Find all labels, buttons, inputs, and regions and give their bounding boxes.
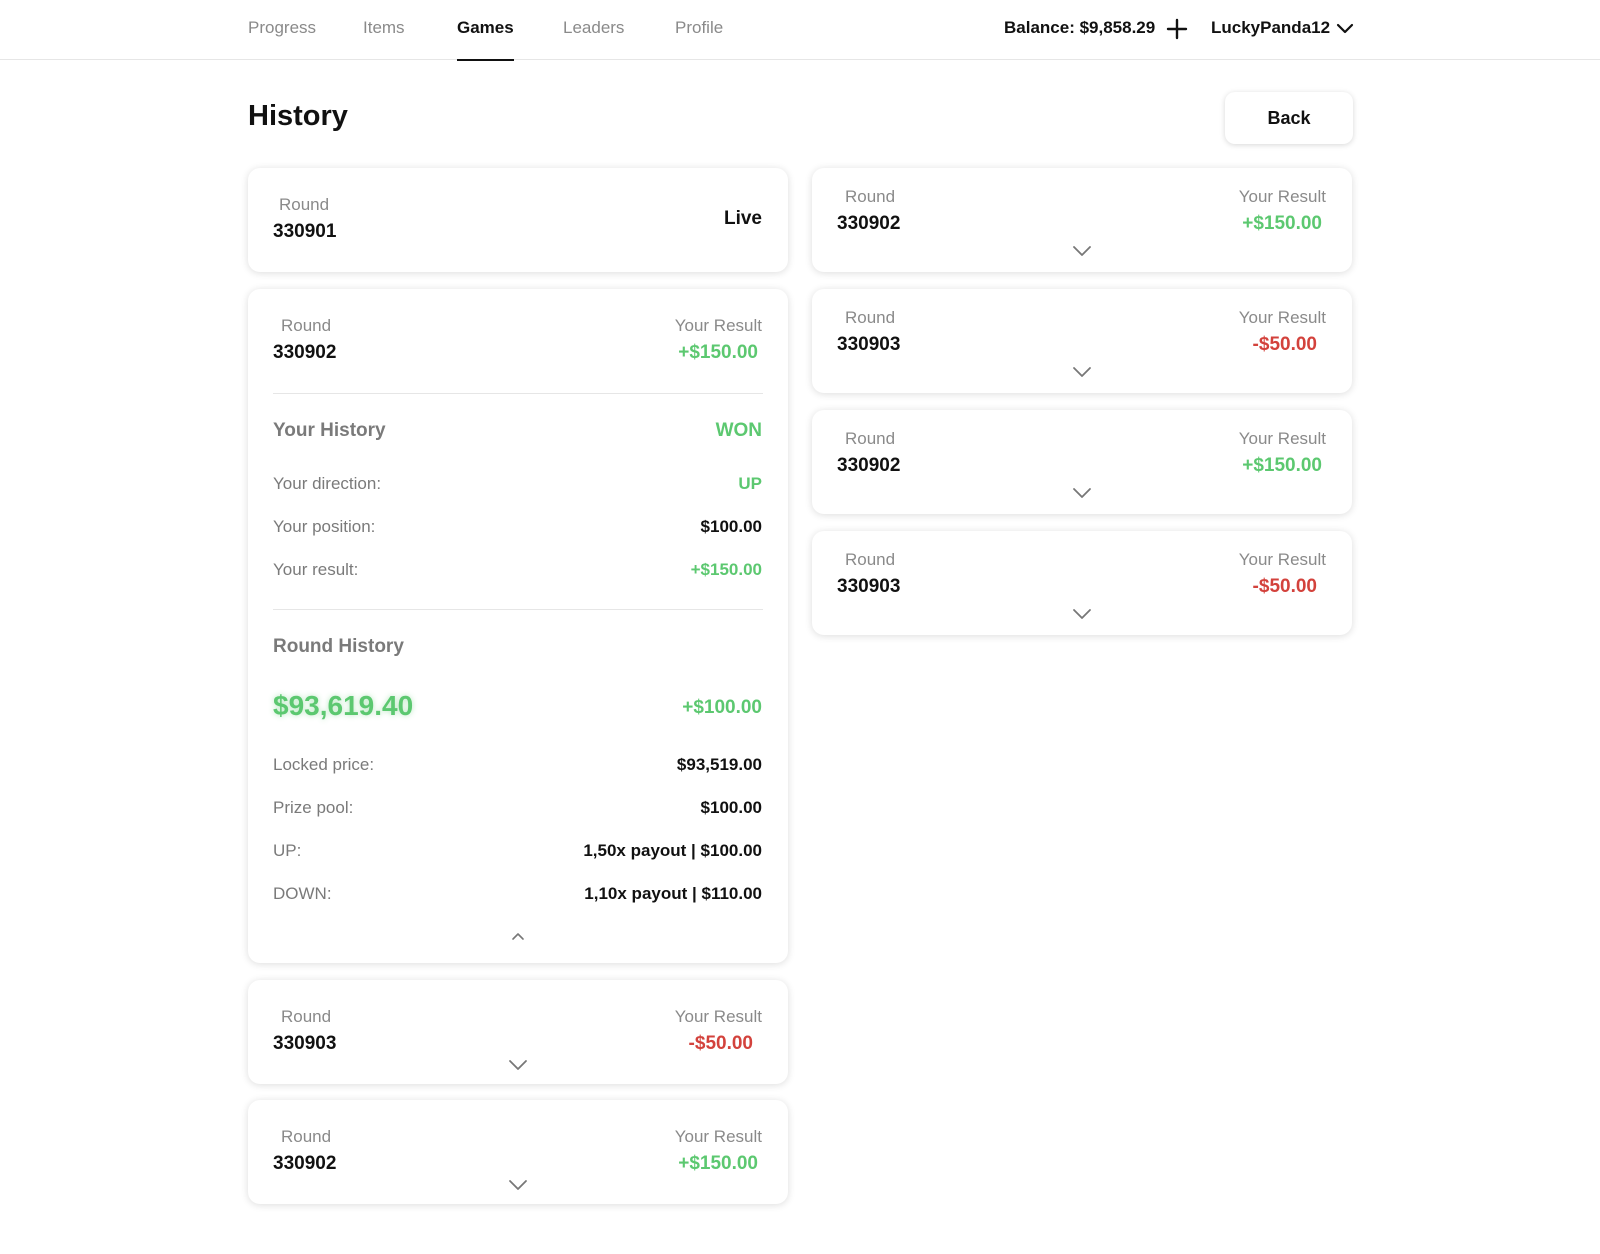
direction-label: Your direction: (273, 474, 382, 493)
result-value: +$150.00 (690, 560, 762, 579)
round-number: 330903 (273, 1033, 337, 1054)
down-payout-value: 1,10x payout | $110.00 (584, 884, 762, 903)
tab-games[interactable]: Games (457, 18, 514, 61)
tab-items[interactable]: Items (363, 18, 405, 60)
your-result-value: -$50.00 (688, 1033, 753, 1054)
price-change: +$100.00 (682, 697, 762, 718)
chevron-down-icon[interactable] (508, 1179, 528, 1191)
outcome-badge: WON (715, 420, 762, 441)
up-payout-label: UP: (273, 841, 302, 860)
divider (273, 609, 763, 610)
round-card[interactable]: Round 330903 Your Result -$50.00 (812, 531, 1352, 635)
your-result-label: Your Result (1238, 550, 1326, 569)
round-number: 330902 (273, 1153, 337, 1174)
up-payout-value: 1,50x payout | $100.00 (583, 841, 762, 860)
top-nav: Progress Items Games Leaders Profile Bal… (0, 0, 1600, 61)
your-result-label: Your Result (674, 316, 762, 335)
chevron-up-icon[interactable] (511, 931, 525, 941)
prize-pool-label: Prize pool: (273, 798, 354, 817)
live-status: Live (723, 208, 762, 229)
your-result-value: +$150.00 (1242, 213, 1322, 234)
round-label: Round (845, 308, 896, 327)
chevron-down-icon[interactable] (1072, 366, 1092, 378)
round-label: Round (281, 1007, 332, 1026)
page-title: History (248, 100, 348, 132)
balance-display: Balance: $9,858.29 (1004, 18, 1156, 37)
round-label: Round (845, 550, 896, 569)
your-result-value: +$150.00 (678, 342, 758, 363)
round-history-title: Round History (273, 636, 404, 657)
round-number: 330902 (837, 213, 901, 234)
round-card[interactable]: Round 330903 Your Result -$50.00 (248, 980, 788, 1084)
chevron-down-icon[interactable] (1335, 20, 1355, 38)
your-result-value: +$150.00 (678, 1153, 758, 1174)
locked-price-value: $93,519.00 (676, 755, 762, 774)
tab-leaders[interactable]: Leaders (563, 18, 624, 60)
your-result-label: Your Result (674, 1007, 762, 1026)
locked-price-label: Locked price: (273, 755, 375, 774)
round-number: 330903 (837, 576, 901, 597)
your-result-value: +$150.00 (1242, 455, 1322, 476)
user-menu[interactable]: LuckyPanda12 (1211, 18, 1330, 38)
round-number: 330901 (273, 221, 337, 242)
tab-progress[interactable]: Progress (248, 18, 316, 60)
plus-icon[interactable] (1166, 18, 1188, 40)
round-card[interactable]: Round 330902 Your Result +$150.00 (812, 168, 1352, 272)
round-card-live[interactable]: Round 330901 Live (248, 168, 788, 272)
round-label: Round (281, 1127, 332, 1146)
chevron-down-icon[interactable] (1072, 608, 1092, 620)
tab-profile[interactable]: Profile (675, 18, 723, 60)
round-number: 330902 (273, 342, 337, 363)
chevron-down-icon[interactable] (1072, 245, 1092, 257)
round-price: $93,619.40 (273, 690, 414, 721)
your-result-label: Your Result (674, 1127, 762, 1146)
chevron-down-icon[interactable] (1072, 487, 1092, 499)
your-result-value: -$50.00 (1252, 576, 1317, 597)
round-card[interactable]: Round 330903 Your Result -$50.00 (812, 289, 1352, 393)
your-result-label: Your Result (1238, 429, 1326, 448)
round-label: Round (845, 187, 896, 206)
round-card-expanded[interactable]: Round 330902 Your Result +$150.00 Your H… (248, 289, 788, 963)
down-payout-label: DOWN: (273, 884, 332, 903)
round-card[interactable]: Round 330902 Your Result +$150.00 (248, 1100, 788, 1204)
position-value: $100.00 (700, 517, 762, 536)
your-result-value: -$50.00 (1252, 334, 1317, 355)
round-label: Round (845, 429, 896, 448)
back-button[interactable]: Back (1225, 92, 1353, 144)
direction-value: UP (738, 474, 762, 493)
prize-pool-value: $100.00 (700, 798, 762, 817)
round-label: Round (279, 195, 330, 214)
chevron-down-icon[interactable] (508, 1059, 528, 1071)
your-result-label: Your Result (1238, 308, 1326, 327)
position-label: Your position: (273, 517, 376, 536)
your-result-label: Your Result (1238, 187, 1326, 206)
divider (273, 393, 763, 394)
your-history-title: Your History (273, 420, 386, 441)
round-card[interactable]: Round 330902 Your Result +$150.00 (812, 410, 1352, 514)
round-number: 330902 (837, 455, 901, 476)
result-label: Your result: (273, 560, 359, 579)
round-number: 330903 (837, 334, 901, 355)
round-label: Round (281, 316, 332, 335)
